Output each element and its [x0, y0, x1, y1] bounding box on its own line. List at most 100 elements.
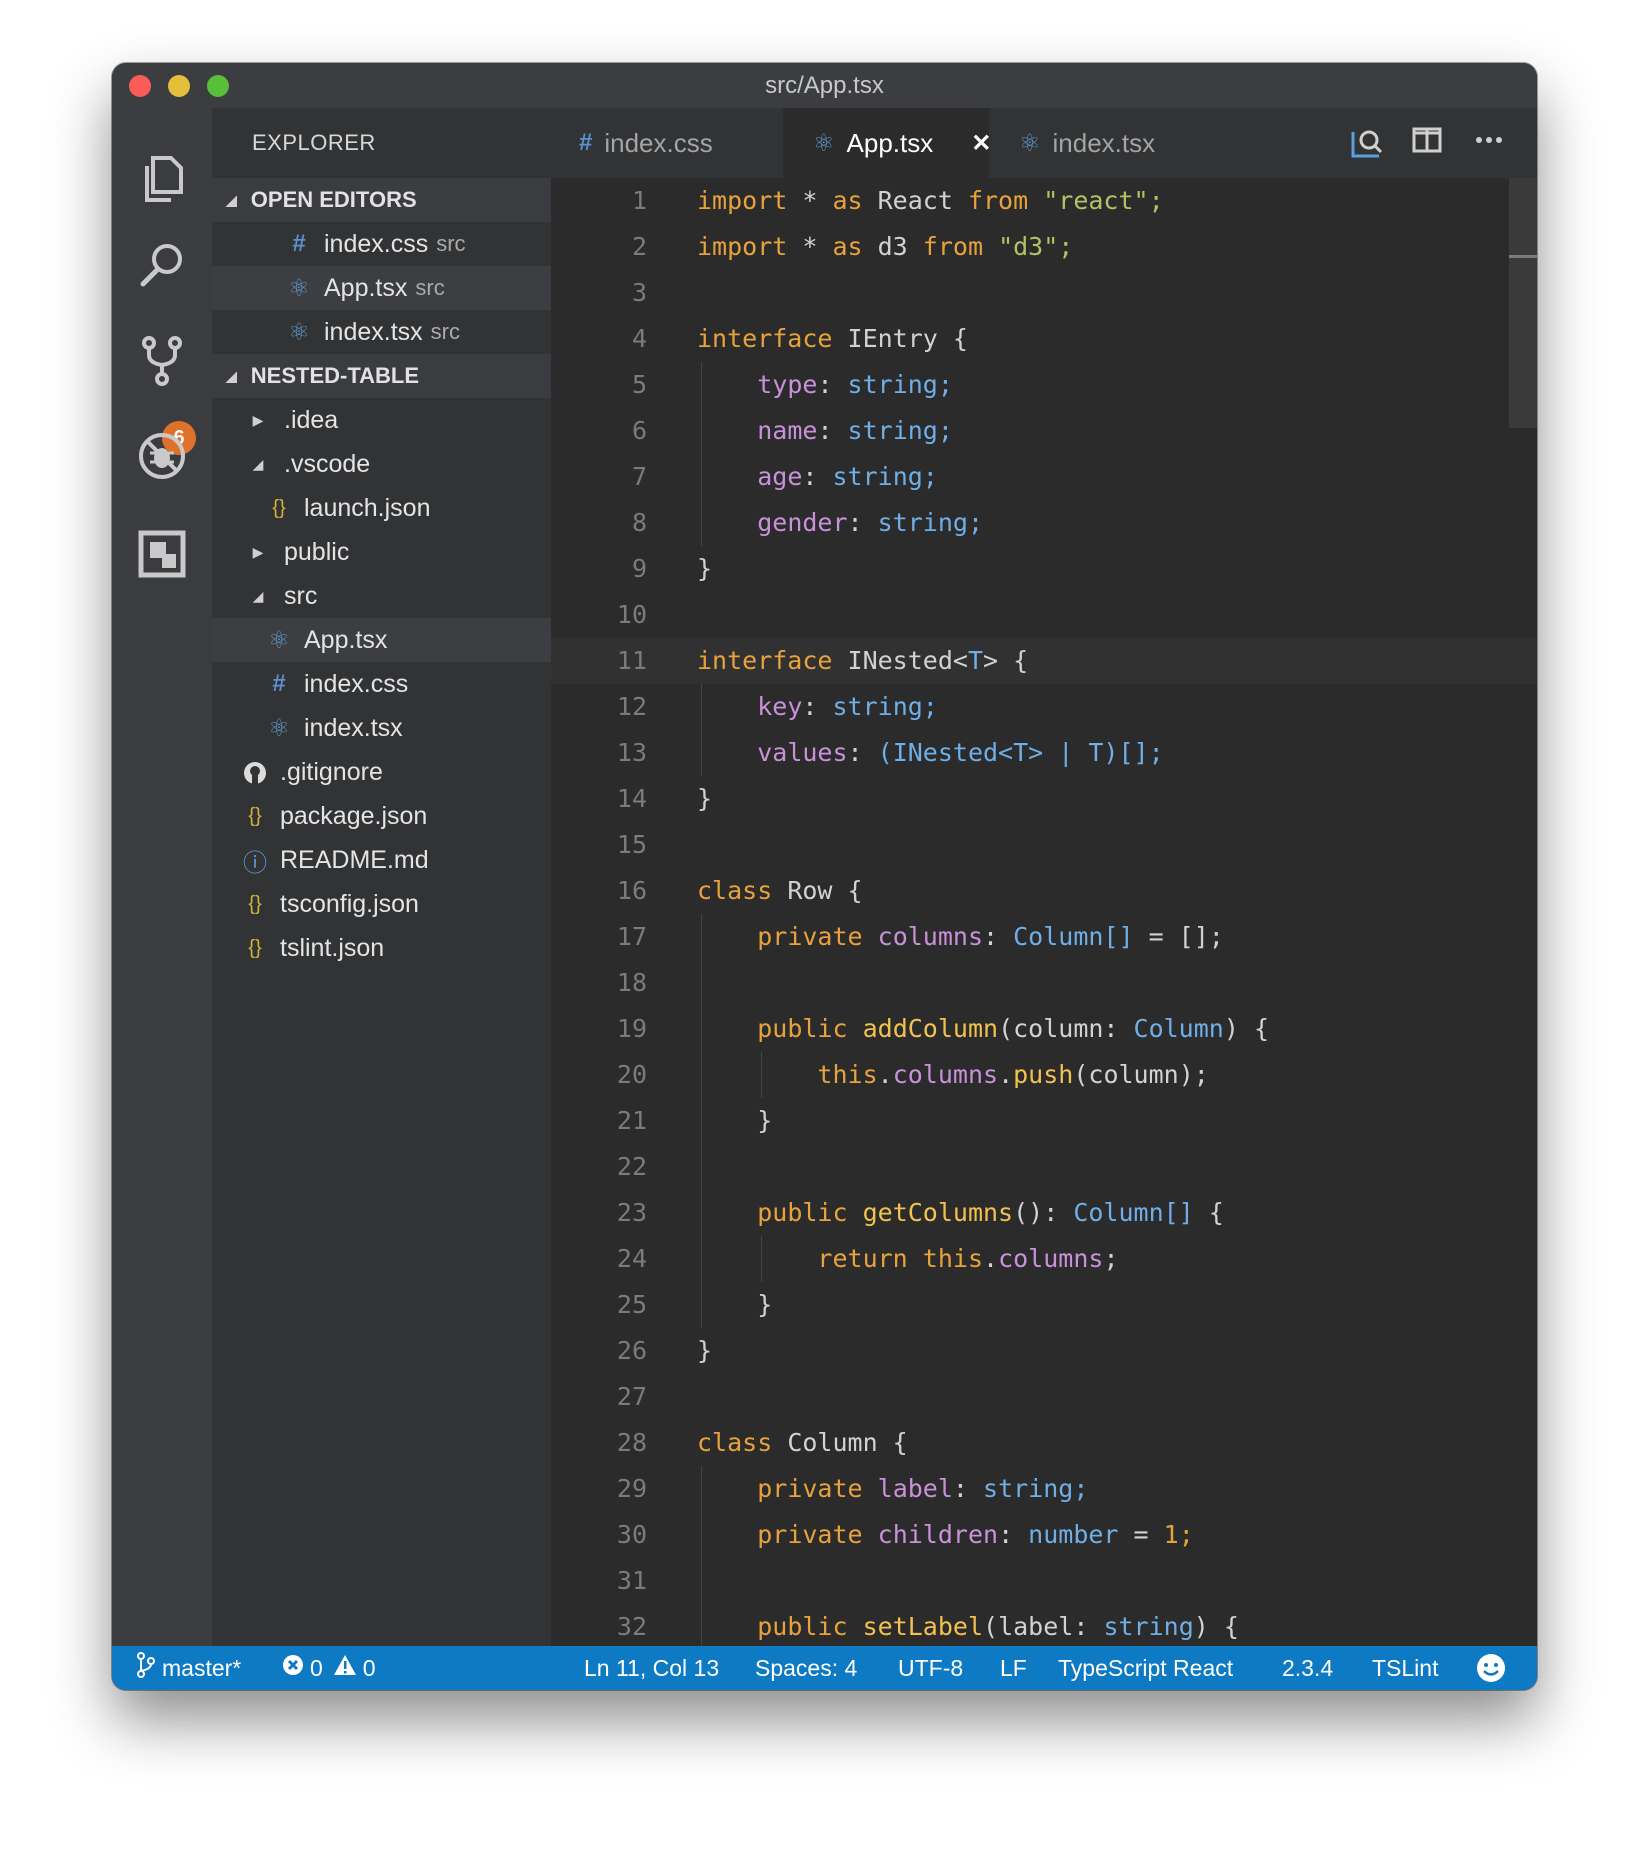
- line-number: 25: [616, 1290, 647, 1319]
- linter-status[interactable]: TSLint: [1372, 1646, 1438, 1690]
- open-editor-item-index-css[interactable]: # index.css src: [212, 222, 551, 266]
- code-line[interactable]: 25 }: [551, 1282, 1537, 1328]
- code-line[interactable]: 14}: [551, 776, 1537, 822]
- code-line[interactable]: 29 private label: string;: [551, 1466, 1537, 1512]
- code-line[interactable]: 23 public getColumns(): Column[] {: [551, 1190, 1537, 1236]
- code-token: public: [757, 1612, 848, 1641]
- extensions-icon[interactable]: [136, 528, 188, 580]
- split-editor-icon[interactable]: [1411, 124, 1443, 156]
- code-token: string: [1103, 1612, 1194, 1641]
- tab-label: App.tsx: [846, 127, 934, 158]
- tree-folder-src[interactable]: ◢ src: [212, 574, 551, 618]
- more-actions-icon[interactable]: [1473, 124, 1505, 156]
- tab-index-css[interactable]: # index.css: [551, 108, 783, 178]
- tree-file-tsconfig-json[interactable]: {} tsconfig.json: [212, 882, 551, 926]
- line-code: }: [697, 1328, 712, 1374]
- code-line[interactable]: 28 class Column {: [551, 1420, 1537, 1466]
- tree-file-readme[interactable]: ⓘ README.md: [212, 838, 551, 882]
- code-line[interactable]: 30 private children: number = 1;: [551, 1512, 1537, 1558]
- code-token: =: [1118, 1520, 1164, 1549]
- project-title: NESTED-TABLE: [250, 363, 420, 388]
- project-section[interactable]: ◢ NESTED-TABLE: [212, 354, 551, 398]
- code-line[interactable]: 22: [551, 1144, 1537, 1190]
- tree-file-gitignore[interactable]: .gitignore: [212, 750, 551, 794]
- code-line[interactable]: 26}: [551, 1328, 1537, 1374]
- line-number: 24: [616, 1244, 647, 1273]
- code-line[interactable]: 15: [551, 822, 1537, 868]
- tree-folder-public[interactable]: ▶ public: [212, 530, 551, 574]
- code-line[interactable]: 19 public addColumn(column: Column) {: [551, 1006, 1537, 1052]
- code-line[interactable]: 17 private columns: Column[] = [];: [551, 914, 1537, 960]
- open-editors-title: OPEN EDITORS: [250, 187, 417, 212]
- file-name: README.md: [280, 845, 429, 874]
- tab-app-tsx[interactable]: ⚛ App.tsx ✕: [783, 108, 991, 178]
- indentation-status[interactable]: Spaces: 4: [755, 1646, 857, 1690]
- eol-status[interactable]: LF: [1000, 1646, 1027, 1690]
- search-icon[interactable]: [136, 238, 188, 290]
- code-line[interactable]: 7 age: string;: [551, 454, 1537, 500]
- code-token: .: [998, 1060, 1014, 1089]
- code-editor[interactable]: 1 import * as React from "react"; 2 import …: [551, 178, 1537, 1646]
- code-line[interactable]: 6 name: string;: [551, 408, 1537, 454]
- code-line[interactable]: 1 import * as React from "react";: [551, 178, 1537, 224]
- open-preview-icon[interactable]: [1349, 124, 1385, 160]
- code-line[interactable]: 13 values: (INested<T> | T)[];: [551, 730, 1537, 776]
- explorer-icon[interactable]: [136, 153, 188, 205]
- tab-index-tsx[interactable]: ⚛ index.tsx: [989, 108, 1189, 178]
- editor-scrollbar[interactable]: [1509, 178, 1537, 428]
- tree-file-tslint-json[interactable]: {} tslint.json: [212, 926, 551, 970]
- line-code: return this.columns;: [697, 1236, 1118, 1282]
- tree-file-package-json[interactable]: {} package.json: [212, 794, 551, 838]
- tree-folder-idea[interactable]: ▶ .idea: [212, 398, 551, 442]
- activity-bar: 6: [112, 108, 212, 1646]
- tree-file-index-css[interactable]: # index.css: [212, 662, 551, 706]
- code-line[interactable]: 31: [551, 1558, 1537, 1604]
- tree-file-index-tsx[interactable]: ⚛ index.tsx: [212, 706, 551, 750]
- code-token: ) {: [1193, 1612, 1239, 1641]
- open-editor-item-index-tsx[interactable]: ⚛ index.tsx src: [212, 310, 551, 354]
- code-line[interactable]: 10: [551, 592, 1537, 638]
- code-line[interactable]: 27: [551, 1374, 1537, 1420]
- maximize-window-button[interactable]: [207, 75, 229, 97]
- code-line[interactable]: 24 return this.columns;: [551, 1236, 1537, 1282]
- code-line[interactable]: 16 class Row {: [551, 868, 1537, 914]
- close-window-button[interactable]: [129, 75, 151, 97]
- code-line[interactable]: 8 gender: string;: [551, 500, 1537, 546]
- tree-folder-vscode[interactable]: ◢ .vscode: [212, 442, 551, 486]
- code-line[interactable]: 5 type: string;: [551, 362, 1537, 408]
- encoding-status[interactable]: UTF-8: [898, 1646, 963, 1690]
- branch-status[interactable]: master*: [136, 1646, 241, 1690]
- open-editor-item-app-tsx[interactable]: ⚛ App.tsx src: [212, 266, 551, 310]
- file-dir: src: [436, 231, 466, 256]
- source-control-icon[interactable]: [136, 336, 188, 388]
- code-line[interactable]: 9}: [551, 546, 1537, 592]
- code-line[interactable]: 21 }: [551, 1098, 1537, 1144]
- code-line[interactable]: 12 key: string;: [551, 684, 1537, 730]
- react-file-icon: ⚛: [1019, 129, 1041, 157]
- code-line[interactable]: 18: [551, 960, 1537, 1006]
- code-token: from: [967, 186, 1029, 215]
- tree-file-launch-json[interactable]: {} launch.json: [212, 486, 551, 530]
- cursor-position[interactable]: Ln 11, Col 13: [584, 1646, 719, 1690]
- problems-status[interactable]: 0 0: [282, 1646, 376, 1690]
- code-token: Column[]: [1013, 922, 1134, 951]
- code-line[interactable]: 4 interface IEntry {: [551, 316, 1537, 362]
- tree-file-app-tsx[interactable]: ⚛ App.tsx: [212, 618, 551, 662]
- typescript-version[interactable]: 2.3.4: [1282, 1646, 1333, 1690]
- code-line[interactable]: 3: [551, 270, 1537, 316]
- code-line[interactable]: 2 import * as d3 from "d3";: [551, 224, 1537, 270]
- github-icon: [240, 758, 270, 786]
- debug-icon[interactable]: [136, 430, 188, 482]
- line-code: }: [697, 776, 712, 822]
- code-line[interactable]: 20 this.columns.push(column);: [551, 1052, 1537, 1098]
- feedback-smiley-icon[interactable]: [1476, 1646, 1506, 1690]
- line-code: class Row {: [697, 868, 863, 914]
- open-editors-section[interactable]: ◢ OPEN EDITORS: [212, 178, 551, 222]
- code-line[interactable]: 11 interface INested<T> {: [551, 638, 1537, 684]
- language-mode[interactable]: TypeScript React: [1058, 1646, 1233, 1690]
- minimize-window-button[interactable]: [168, 75, 190, 97]
- code-line[interactable]: 32 public setLabel(label: string) {: [551, 1604, 1537, 1646]
